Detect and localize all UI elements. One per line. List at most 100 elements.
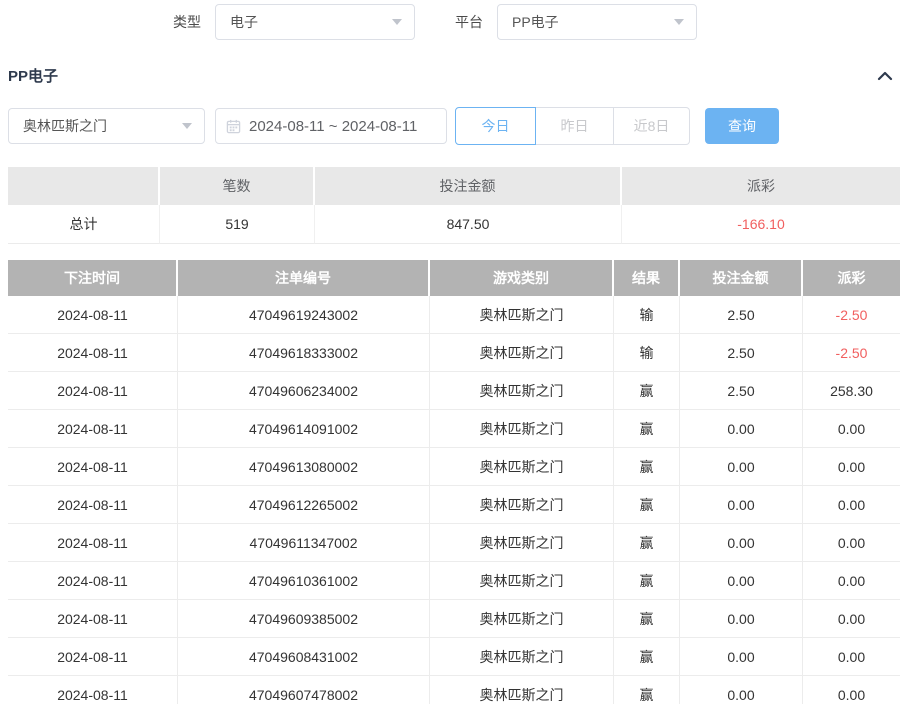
bet-time-cell: 2024-08-11 <box>8 676 178 704</box>
result-cell: 赢 <box>614 562 680 599</box>
table-row: 2024-08-1147049619243002奥林匹斯之门输2.50-2.50 <box>8 296 900 334</box>
calendar-icon <box>226 119 241 134</box>
bet-time-cell: 2024-08-11 <box>8 600 178 637</box>
platform-label: 平台 <box>455 12 483 32</box>
bet-amount-cell: 0.00 <box>680 638 803 675</box>
result-cell: 赢 <box>614 372 680 409</box>
today-button[interactable]: 今日 <box>455 107 536 145</box>
section-title: PP电子 <box>8 65 58 86</box>
last-8-days-button[interactable]: 近8日 <box>614 107 690 145</box>
bet-amount-cell: 0.00 <box>680 410 803 447</box>
payout-cell: -2.50 <box>803 334 900 371</box>
result-cell: 赢 <box>614 410 680 447</box>
payout-cell: 0.00 <box>803 410 900 447</box>
result-cell: 赢 <box>614 638 680 675</box>
bet-amount-cell: 2.50 <box>680 372 803 409</box>
order-id-cell: 47049611347002 <box>178 524 430 561</box>
bet-amount-cell: 2.50 <box>680 296 803 333</box>
section-header: PP电子 <box>8 66 893 84</box>
summary-header-row: 笔数 投注金额 派彩 <box>8 167 900 205</box>
summary-bet-amount-value: 847.50 <box>315 205 622 244</box>
table-row: 2024-08-1147049610361002奥林匹斯之门赢0.000.00 <box>8 562 900 600</box>
game-select-value: 奥林匹斯之门 <box>23 116 107 136</box>
records-table: 下注时间 注单编号 游戏类别 结果 投注金额 派彩 2024-08-114704… <box>8 260 900 704</box>
summary-payout-value: -166.10 <box>622 205 900 244</box>
bet-amount-cell: 0.00 <box>680 448 803 485</box>
summary-header-payout: 派彩 <box>622 167 900 205</box>
game-select[interactable]: 奥林匹斯之门 <box>8 108 205 144</box>
payout-cell: -2.50 <box>803 296 900 333</box>
game-type-cell: 奥林匹斯之门 <box>430 448 614 485</box>
table-row: 2024-08-1147049608431002奥林匹斯之门赢0.000.00 <box>8 638 900 676</box>
payout-cell: 0.00 <box>803 600 900 637</box>
bet-time-cell: 2024-08-11 <box>8 562 178 599</box>
game-type-cell: 奥林匹斯之门 <box>430 524 614 561</box>
game-type-cell: 奥林匹斯之门 <box>430 296 614 333</box>
bet-amount-cell: 0.00 <box>680 562 803 599</box>
payout-cell: 0.00 <box>803 676 900 704</box>
summary-header-count: 笔数 <box>160 167 315 205</box>
collapse-chevron-up-icon[interactable] <box>877 70 893 81</box>
summary-table: 笔数 投注金额 派彩 总计 519 847.50 -166.10 <box>8 167 900 244</box>
order-id-cell: 47049618333002 <box>178 334 430 371</box>
payout-cell: 258.30 <box>803 372 900 409</box>
table-row: 2024-08-1147049614091002奥林匹斯之门赢0.000.00 <box>8 410 900 448</box>
header-payout: 派彩 <box>803 260 900 296</box>
yesterday-button[interactable]: 昨日 <box>536 107 614 145</box>
game-type-cell: 奥林匹斯之门 <box>430 600 614 637</box>
type-select[interactable]: 电子 <box>215 4 415 40</box>
records-body: 2024-08-1147049619243002奥林匹斯之门输2.50-2.50… <box>8 296 900 704</box>
table-row: 2024-08-1147049609385002奥林匹斯之门赢0.000.00 <box>8 600 900 638</box>
result-cell: 赢 <box>614 524 680 561</box>
game-type-cell: 奥林匹斯之门 <box>430 638 614 675</box>
records-header-row: 下注时间 注单编号 游戏类别 结果 投注金额 派彩 <box>8 260 900 296</box>
query-bar: 奥林匹斯之门 2024-08-11 ~ 2024-08-11 今日 昨日 近8日… <box>8 107 909 145</box>
payout-cell: 0.00 <box>803 524 900 561</box>
table-row: 2024-08-1147049611347002奥林匹斯之门赢0.000.00 <box>8 524 900 562</box>
game-type-cell: 奥林匹斯之门 <box>430 562 614 599</box>
game-type-cell: 奥林匹斯之门 <box>430 334 614 371</box>
bet-time-cell: 2024-08-11 <box>8 638 178 675</box>
result-cell: 输 <box>614 334 680 371</box>
bet-amount-cell: 0.00 <box>680 600 803 637</box>
summary-header-empty <box>8 167 160 205</box>
game-type-cell: 奥林匹斯之门 <box>430 372 614 409</box>
game-type-cell: 奥林匹斯之门 <box>430 410 614 447</box>
order-id-cell: 47049613080002 <box>178 448 430 485</box>
bet-time-cell: 2024-08-11 <box>8 372 178 409</box>
result-cell: 赢 <box>614 448 680 485</box>
bet-amount-cell: 2.50 <box>680 334 803 371</box>
table-row: 2024-08-1147049606234002奥林匹斯之门赢2.50258.3… <box>8 372 900 410</box>
payout-cell: 0.00 <box>803 638 900 675</box>
game-type-cell: 奥林匹斯之门 <box>430 486 614 523</box>
summary-total-label: 总计 <box>8 205 160 244</box>
header-result: 结果 <box>614 260 680 296</box>
date-range-input[interactable]: 2024-08-11 ~ 2024-08-11 <box>215 108 447 144</box>
bet-time-cell: 2024-08-11 <box>8 296 178 333</box>
result-cell: 赢 <box>614 486 680 523</box>
summary-header-bet-amount: 投注金额 <box>315 167 622 205</box>
quick-date-button-group: 今日 昨日 近8日 <box>455 107 690 145</box>
payout-cell: 0.00 <box>803 562 900 599</box>
result-cell: 赢 <box>614 600 680 637</box>
bet-amount-cell: 0.00 <box>680 524 803 561</box>
top-filter-bar: 类型 电子 平台 PP电子 <box>173 4 909 40</box>
payout-cell: 0.00 <box>803 486 900 523</box>
order-id-cell: 47049607478002 <box>178 676 430 704</box>
date-range-value: 2024-08-11 ~ 2024-08-11 <box>249 118 417 135</box>
platform-select[interactable]: PP电子 <box>497 4 697 40</box>
summary-count-value: 519 <box>160 205 315 244</box>
game-type-cell: 奥林匹斯之门 <box>430 676 614 704</box>
type-select-value: 电子 <box>230 12 258 32</box>
table-row: 2024-08-1147049613080002奥林匹斯之门赢0.000.00 <box>8 448 900 486</box>
table-row: 2024-08-1147049607478002奥林匹斯之门赢0.000.00 <box>8 676 900 704</box>
bet-time-cell: 2024-08-11 <box>8 486 178 523</box>
bet-time-cell: 2024-08-11 <box>8 524 178 561</box>
bet-amount-cell: 0.00 <box>680 676 803 704</box>
bet-time-cell: 2024-08-11 <box>8 334 178 371</box>
chevron-down-icon <box>182 123 192 129</box>
order-id-cell: 47049614091002 <box>178 410 430 447</box>
order-id-cell: 47049612265002 <box>178 486 430 523</box>
bet-amount-cell: 0.00 <box>680 486 803 523</box>
search-button[interactable]: 查询 <box>705 108 779 144</box>
